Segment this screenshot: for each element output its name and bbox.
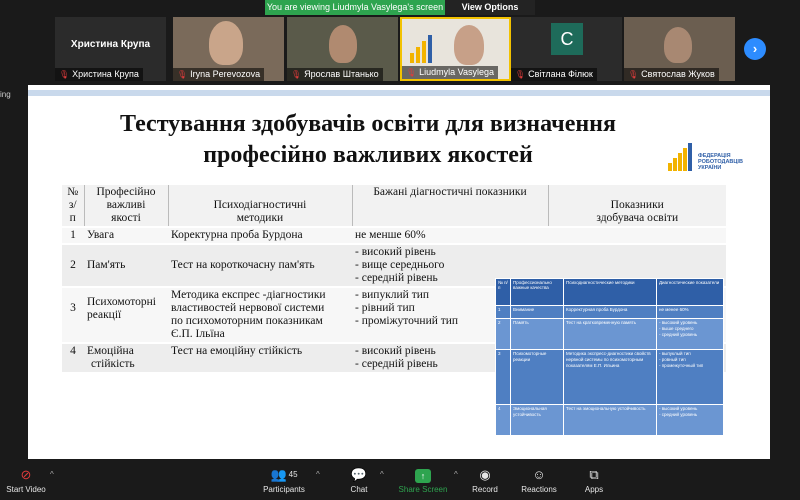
mic-muted-icon: 🎙︎ [177, 70, 188, 79]
table-row: 3 Психомоторные реакции Методика экспрес… [496, 350, 723, 404]
participants-button[interactable]: 👥 45 Participants [258, 466, 310, 496]
mic-muted-icon: 🎙︎ [515, 70, 526, 79]
table-row: 2 Память Тест на кратковременную память … [496, 319, 723, 349]
participant-name-label: 🎙︎ Христина Крупа [55, 68, 143, 81]
column-header-student: Показники здобувача освіти [548, 185, 726, 227]
participant-big-name: Христина Крупа [70, 39, 151, 50]
video-off-icon: ⊘ [20, 467, 32, 482]
mic-muted-icon: 🎙︎ [291, 70, 302, 79]
embedded-table-image: № п/п Профессионально важные качества Пс… [495, 278, 724, 441]
table-row: 1 Увага Коректурна проба Бурдона не менш… [62, 226, 726, 244]
participant-video [454, 25, 484, 65]
record-button[interactable]: ◉ Record [468, 466, 502, 496]
logo-stripes-icon [410, 29, 440, 63]
screen-share-banner: You are viewing Liudmyla Vasylega's scre… [265, 0, 535, 15]
column-header-number: № з/п [62, 185, 85, 227]
participant-name-label: 🎙︎ Ярослав Штанько [287, 68, 383, 81]
apps-icon: ⧉ [589, 467, 599, 482]
participant-video-strip: Христина Крупа 🎙︎ Христина Крупа 🎙︎ Iryna … [55, 17, 745, 81]
column-header-desired: Бажані діагностичні показники [352, 185, 549, 227]
participant-tile[interactable]: С 🎙︎ Світлана Філюк [511, 17, 622, 81]
participant-tile-active-speaker[interactable]: 🎙︎ Liudmyla Vasylega [400, 17, 511, 81]
share-screen-icon: ↑ [415, 469, 431, 483]
mic-muted-icon: 🎙︎ [628, 70, 639, 79]
meeting-toolbar: ⊘ Start Video ^ 👥 45 Participants ^ 💬 Cha… [0, 462, 800, 500]
shared-slide: Тестування здобувачів освіти для визначе… [28, 85, 770, 459]
participant-video [664, 27, 692, 63]
view-options-button[interactable]: View Options [445, 0, 535, 15]
apps-button[interactable]: ⧉ Apps [580, 466, 608, 496]
reactions-button[interactable]: ☺ Reactions [518, 466, 560, 496]
slide-title: Тестування здобувачів освіти для визначе… [120, 111, 616, 168]
logo-stripes-icon [668, 143, 694, 171]
zoom-window: You are viewing Liudmyla Vasylega's scre… [0, 0, 800, 500]
chat-options-chevron-icon[interactable]: ^ [380, 470, 384, 479]
share-options-chevron-icon[interactable]: ^ [454, 470, 458, 479]
record-icon: ◉ [479, 467, 491, 482]
participant-tile[interactable]: Христина Крупа 🎙︎ Христина Крупа [55, 17, 166, 81]
table-row: 1 Внимание Корректурная проба Бурдона не… [496, 306, 723, 318]
start-video-button[interactable]: ⊘ Start Video [4, 466, 48, 496]
participant-name-label: 🎙︎ Liudmyla Vasylega [402, 66, 499, 79]
participant-tile[interactable]: 🎙︎ Iryna Perevozova [173, 17, 284, 81]
participant-video [329, 25, 357, 63]
chat-button[interactable]: 💬 Chat [342, 466, 376, 496]
table-row: 4 Эмоциональная устойчивость Тест на эмо… [496, 405, 723, 435]
chat-icon: 💬 [350, 467, 368, 482]
embedded-table: № п/п Профессионально важные качества Пс… [495, 278, 724, 436]
avatar: С [551, 23, 583, 55]
participant-name-label: 🎙︎ Святослав Жуков [624, 68, 719, 81]
mic-muted-icon: 🎙︎ [59, 70, 70, 79]
participant-video [209, 21, 243, 65]
next-page-arrow-icon[interactable]: › [744, 38, 766, 60]
column-header-methods: Психодіагностичні методики [168, 185, 353, 227]
reactions-icon: ☺ [532, 467, 546, 482]
participant-name-label: 🎙︎ Світлана Філюк [511, 68, 597, 81]
slide-header-bar [28, 90, 770, 96]
participant-tile[interactable]: 🎙︎ Ярослав Штанько [287, 17, 398, 81]
participant-tile[interactable]: 🎙︎ Святослав Жуков [624, 17, 735, 81]
share-screen-button[interactable]: ↑ Share Screen [396, 466, 450, 496]
video-options-chevron-icon[interactable]: ^ [50, 470, 54, 479]
column-header-quality: Професійно важливі якості [84, 185, 169, 227]
viewing-screen-message: You are viewing Liudmyla Vasylega's scre… [265, 0, 445, 15]
federation-logo: ФЕДЕРАЦІЯ РОБОТОДАВЦІВ УКРАЇНИ [668, 143, 748, 177]
participants-icon: 👥 45 [270, 467, 298, 482]
side-truncated-label: ing [0, 90, 11, 99]
participants-options-chevron-icon[interactable]: ^ [316, 470, 320, 479]
participant-name-label: 🎙︎ Iryna Perevozova [173, 68, 265, 81]
mic-muted-icon: 🎙︎ [406, 68, 417, 77]
